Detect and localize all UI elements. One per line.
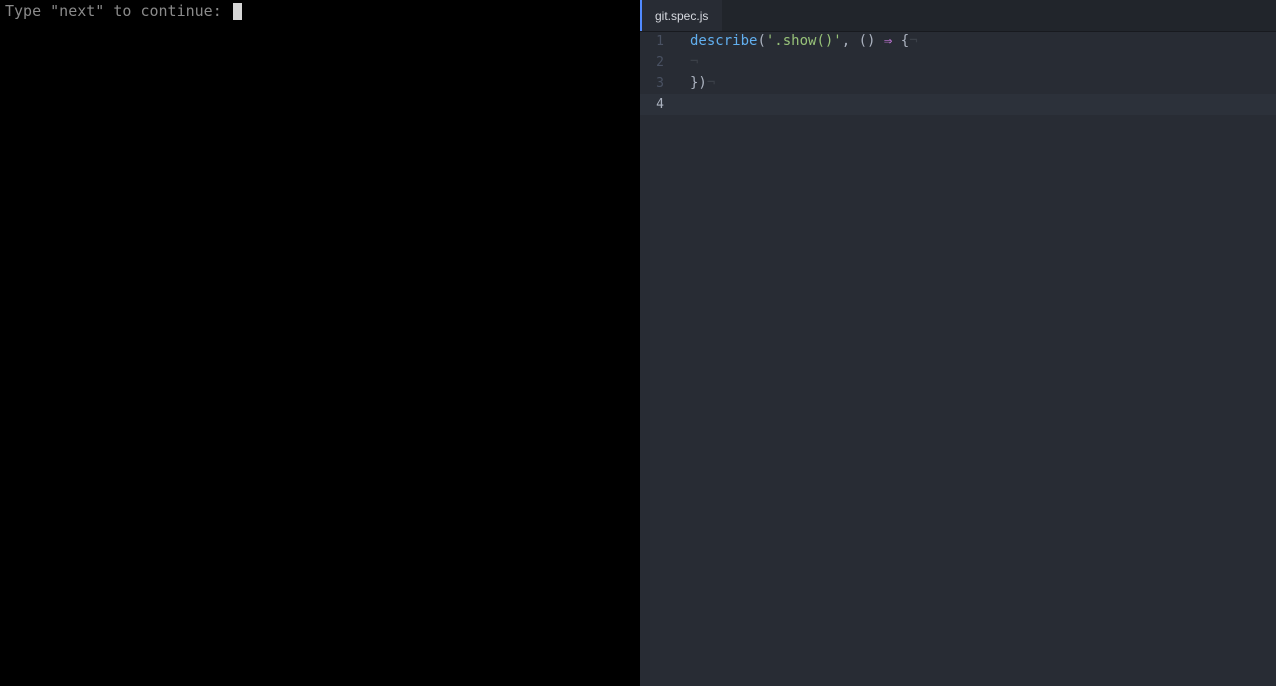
- code-line-content: })¬: [690, 73, 715, 94]
- code-line-active[interactable]: 4: [640, 94, 1276, 115]
- code-line[interactable]: 1 describe('.show()', () ⇒ {¬: [640, 31, 1276, 52]
- terminal-cursor: [232, 2, 242, 20]
- editor-tab-bar: git.spec.js: [640, 0, 1276, 32]
- code-line-content: describe('.show()', () ⇒ {¬: [690, 31, 918, 52]
- invisible-eol-marker: ¬: [690, 54, 699, 70]
- line-number: 2: [656, 55, 664, 70]
- terminal-prompt-line: Type "next" to continue:: [5, 2, 242, 20]
- file-tab-label: git.spec.js: [655, 9, 709, 23]
- code-paren-token: (: [757, 33, 766, 49]
- code-close-token: }): [690, 75, 707, 91]
- line-number: 3: [656, 76, 664, 91]
- code-brace-token: {: [892, 33, 910, 49]
- terminal-prompt-text: Type "next" to continue:: [5, 2, 231, 20]
- invisible-eol-marker: ¬: [706, 75, 716, 91]
- code-line[interactable]: 3 })¬: [640, 73, 1276, 94]
- code-line-content: ¬: [690, 52, 698, 73]
- code-string-token: '.show()': [765, 33, 842, 49]
- line-number: 1: [656, 34, 664, 49]
- invisible-eol-marker: ¬: [909, 33, 918, 49]
- line-number: 4: [656, 97, 664, 112]
- code-editor-pane[interactable]: git.spec.js 1 describe('.show()', () ⇒ {…: [640, 0, 1276, 686]
- code-line[interactable]: 2 ¬: [640, 52, 1276, 73]
- terminal-pane[interactable]: Type "next" to continue:: [0, 0, 640, 686]
- code-punct-token: , (): [841, 33, 884, 49]
- file-tab-git-spec[interactable]: git.spec.js: [640, 0, 722, 31]
- code-area[interactable]: 1 describe('.show()', () ⇒ {¬ 2 ¬ 3 })¬ …: [640, 31, 1276, 115]
- code-function-token: describe: [690, 33, 758, 49]
